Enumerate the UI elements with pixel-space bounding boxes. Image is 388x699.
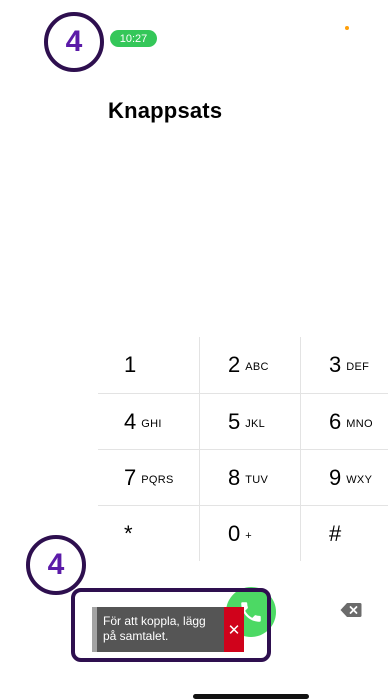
key-digit: 4 <box>124 408 137 434</box>
keypad-row: 4 GHI 5 JKL 6 MNO <box>98 393 388 449</box>
key-digit: 5 <box>228 408 241 434</box>
key-digit: 0 <box>228 520 241 546</box>
key-0[interactable]: 0 + <box>199 506 301 561</box>
key-digit: 2 <box>228 352 241 377</box>
backspace-button[interactable] <box>340 602 362 618</box>
key-digit: # <box>329 520 342 546</box>
status-indicator-dot <box>345 26 349 30</box>
key-digit: 8 <box>228 464 241 490</box>
key-letters: PQRS <box>141 473 174 486</box>
key-8[interactable]: 8 TUV <box>199 450 301 505</box>
key-digit: 6 <box>329 408 342 434</box>
dial-keypad: 1 2 ABC 3 DEF 4 GHI 5 JKL 6 MNO 7 PQRS 8 TUV 9W… <box>98 337 388 561</box>
backspace-icon <box>340 603 362 617</box>
page-title: Knappsats <box>108 98 223 123</box>
key-digit: 9 <box>329 464 342 490</box>
key-letters: + <box>245 529 252 542</box>
key-letters: DEF <box>346 361 370 373</box>
step-number-badge: 4 <box>26 535 86 595</box>
key-3[interactable]: 3 DEF <box>301 337 388 393</box>
step-number-badge: 4 <box>44 12 104 72</box>
key-digit: 3 <box>329 352 342 377</box>
key-hash[interactable]: # <box>301 506 388 561</box>
keypad-row: * 0 + # <box>98 505 388 561</box>
toast-notification: För att koppla, lägg på samtalet. ✕ <box>92 607 244 652</box>
keypad-row: 1 2 ABC 3 DEF <box>98 337 388 393</box>
keypad-row: 7 PQRS 8 TUV 9 WXY <box>98 449 388 505</box>
key-digit: * <box>124 520 133 546</box>
key-letters: ABC <box>245 361 269 373</box>
status-time: 10:27 <box>110 30 157 47</box>
key-9[interactable]: 9 WXY <box>301 450 388 505</box>
key-letters: MNO <box>346 417 373 430</box>
home-indicator <box>193 694 309 699</box>
key-4[interactable]: 4 GHI <box>98 394 199 449</box>
key-digit: 7 <box>124 464 137 490</box>
key-letters: GHI <box>141 417 162 430</box>
key-letters: TUV <box>245 473 269 486</box>
key-6[interactable]: 6 MNO <box>301 394 388 449</box>
key-7[interactable]: 7 PQRS <box>98 450 199 505</box>
key-5[interactable]: 5 JKL <box>199 394 301 449</box>
key-1[interactable]: 1 <box>98 337 199 393</box>
key-star[interactable]: * <box>98 506 199 561</box>
key-2[interactable]: 2 ABC <box>199 337 301 393</box>
key-digit: 1 <box>124 352 137 377</box>
toast-message: För att koppla, lägg på samtalet. <box>103 614 206 643</box>
key-letters: JKL <box>245 417 266 430</box>
key-letters: WXY <box>346 473 373 486</box>
close-icon[interactable]: ✕ <box>224 607 244 652</box>
